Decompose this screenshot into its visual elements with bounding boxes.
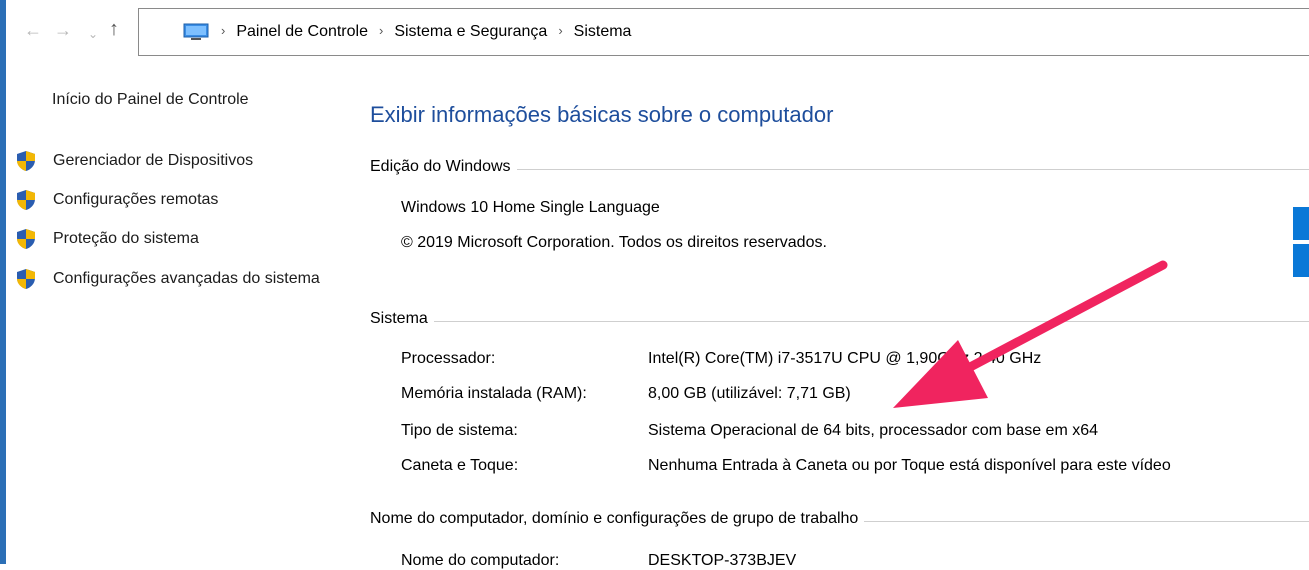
processor-value: Intel(R) Core(TM) i7-3517U CPU @ 1,90GHz… [648,350,1042,367]
pen-touch-label: Caneta e Toque: [401,457,519,474]
system-type-value: Sistema Operacional de 64 bits, processa… [648,422,1099,439]
sidebar-item-label: Gerenciador de Dispositivos [53,152,254,169]
system-type-label: Tipo de sistema: [401,422,518,439]
breadcrumb-item-painel[interactable]: Painel de Controle [236,23,368,40]
sidebar-home-link[interactable]: Início do Painel de Controle [52,91,249,109]
section-heading: Sistema [370,310,434,328]
window-border [0,0,6,564]
copyright-text: © 2019 Microsoft Corporation. Todos os d… [401,234,827,251]
computer-name-value: DESKTOP-373BJEV [648,552,797,569]
windows-logo-icon [1293,207,1309,277]
recent-locations-dropdown[interactable]: ⌄ [88,22,98,46]
breadcrumb: › Painel de Controle › Sistema e Segurança ›… [221,21,631,43]
ram-value: 8,00 GB (utilizável: 7,71 GB) [648,385,851,402]
breadcrumb-item-sistema[interactable]: Sistema [574,23,632,40]
forward-button[interactable]: → [54,18,72,42]
section-heading: Edição do Windows [370,158,517,176]
processor-label: Processador: [401,350,496,367]
breadcrumb-item-seguranca[interactable]: Sistema e Segurança [394,23,547,40]
back-button[interactable]: ← [24,18,42,42]
windows-product-name: Windows 10 Home Single Language [401,199,660,216]
ram-label: Memória instalada (RAM): [401,385,587,402]
section-heading: Nome do computador, domínio e configuraç… [370,510,865,528]
sidebar-item-label: Proteção do sistema [53,230,199,247]
address-bar[interactable]: › Painel de Controle › Sistema e Segurança ›… [138,8,1309,56]
sidebar-item-label: Configurações remotas [53,191,219,208]
shield-icon [17,269,35,289]
navigation-bar: ← → ⌄ ↑ › Painel de Controle › Sistema e Se… [6,0,1309,62]
breadcrumb-separator: › [378,23,384,38]
shield-icon [17,151,35,171]
sidebar-item-label: Configurações avançadas do sistema [53,270,320,287]
shield-icon [17,190,35,210]
up-button[interactable]: ↑ [109,17,119,41]
breadcrumb-separator: › [558,23,563,38]
breadcrumb-separator: › [221,23,226,38]
computer-name-label: Nome do computador: [401,552,560,569]
section-divider [370,321,1309,322]
pen-touch-value: Nenhuma Entrada à Caneta ou por Toque es… [648,457,1171,474]
page-title: Exibir informações básicas sobre o compu… [370,102,834,127]
computer-icon [183,23,209,40]
shield-icon [17,229,35,249]
